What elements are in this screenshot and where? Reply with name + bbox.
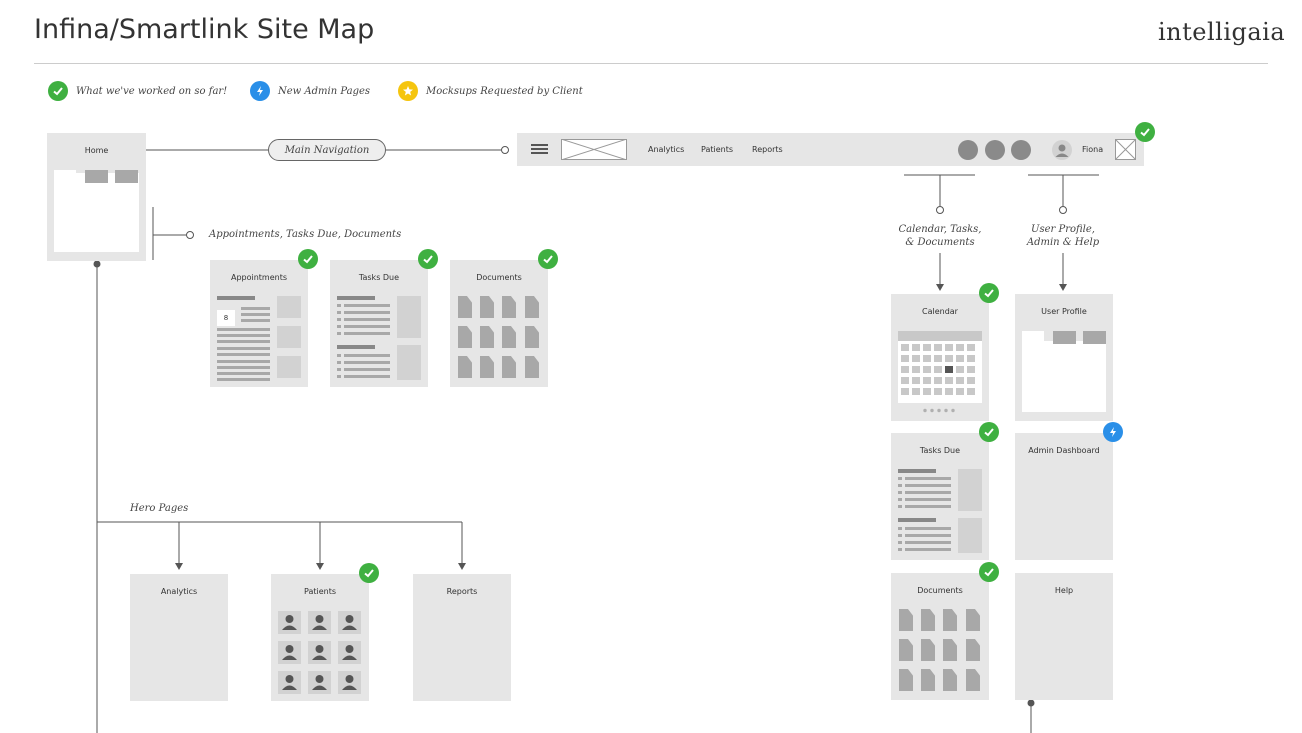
card-title: Documents <box>917 586 963 595</box>
hero-pages-label: Hero Pages <box>130 503 189 514</box>
card-title: Admin Dashboard <box>1028 446 1100 455</box>
check-icon <box>979 422 999 442</box>
user-profile-card: User Profile <box>1015 294 1113 421</box>
tasks-due-right-card: Tasks Due <box>891 433 989 560</box>
pager-dots-icon <box>923 408 955 413</box>
home-tab <box>115 170 138 183</box>
check-icon <box>359 563 379 583</box>
card-title: User Profile <box>1041 307 1087 316</box>
hamburger-icon <box>531 144 548 146</box>
calendar-grid <box>901 344 975 395</box>
card-title: Tasks Due <box>919 446 961 455</box>
appointments-card: Appointments 8 <box>210 260 308 387</box>
home-card: Home <box>47 133 146 261</box>
bolt-icon <box>1103 422 1123 442</box>
patients-card: Patients <box>271 574 369 701</box>
card-title: Help <box>1054 586 1074 595</box>
profile-branch-label: User Profile, Admin & Help <box>1026 224 1100 248</box>
card-title: Calendar <box>922 307 958 316</box>
image-placeholder-icon <box>1115 139 1136 160</box>
check-icon <box>298 249 318 269</box>
home-panel <box>54 173 139 252</box>
home-tab <box>85 170 108 183</box>
admin-dashboard-card: Admin Dashboard <box>1015 433 1113 560</box>
card-title: Patients <box>303 587 337 596</box>
card-title: Analytics <box>160 587 198 596</box>
check-icon <box>1135 122 1155 142</box>
documents-card: Documents <box>450 260 548 387</box>
logo-placeholder-icon <box>561 139 627 160</box>
card-title: Documents <box>476 273 522 282</box>
tasks-due-card: Tasks Due <box>330 260 428 387</box>
documents-right-card: Documents <box>891 573 989 700</box>
help-card: Help <box>1015 573 1113 700</box>
check-icon <box>979 283 999 303</box>
nav-link-reports: Reports <box>752 145 783 154</box>
card-title: Appointments <box>230 273 288 282</box>
analytics-card: Analytics <box>130 574 228 701</box>
calendar-card: Calendar <box>891 294 989 421</box>
check-icon <box>979 562 999 582</box>
patient-grid <box>278 611 361 694</box>
appointments-branch-label: Appointments, Tasks Due, Documents <box>209 229 402 240</box>
calendar-branch-label: Calendar, Tasks, & Documents <box>898 224 982 248</box>
nav-user-name: Fiona <box>1082 145 1104 154</box>
avatar-icon <box>1052 140 1072 160</box>
nav-circle-icon <box>1011 140 1031 160</box>
check-icon <box>538 249 558 269</box>
card-title: Tasks Due <box>358 273 400 282</box>
nav-link-analytics: Analytics <box>648 145 685 154</box>
nav-circle-icon <box>985 140 1005 160</box>
reports-card: Reports <box>413 574 511 701</box>
nav-link-patients: Patients <box>701 145 734 154</box>
card-title: Home <box>84 146 109 155</box>
nav-circle-icon <box>958 140 978 160</box>
card-title: Reports <box>446 587 478 596</box>
check-icon <box>418 249 438 269</box>
main-navigation-label: Main Navigation <box>268 139 386 161</box>
date-box: 8 <box>217 310 235 326</box>
